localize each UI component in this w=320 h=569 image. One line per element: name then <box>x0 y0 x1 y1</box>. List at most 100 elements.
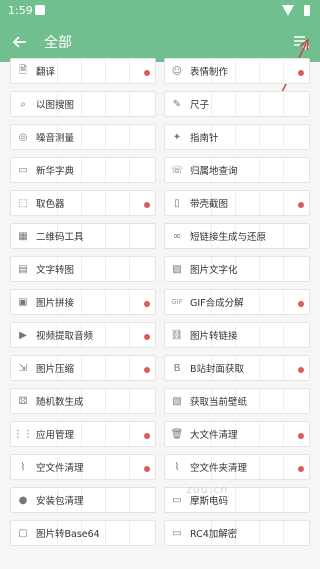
new-badge <box>298 367 304 373</box>
tool-item[interactable]: ▤ 文字转图 <box>10 256 156 282</box>
status-bar: 1:59 <box>0 0 320 22</box>
tool-item-label: B站封面获取 <box>190 364 245 375</box>
back-arrow-icon[interactable] <box>10 32 30 52</box>
tool-item-label: 短链接生成与还原 <box>190 232 267 243</box>
tool-item-label: 大文件清理 <box>190 430 238 441</box>
broom-icon: ⌇ <box>20 461 26 473</box>
tool-item[interactable]: ▯ 带壳截图 <box>164 190 310 216</box>
tool-item[interactable]: ▨ 图片文字化 <box>164 256 310 282</box>
tool-item[interactable]: ⋮⋮ 应用管理 <box>10 421 156 447</box>
new-badge <box>298 70 304 76</box>
new-badge <box>144 70 150 76</box>
tool-item[interactable]: ⚄ 随机数生成 <box>10 388 156 414</box>
tool-item-label: 随机数生成 <box>36 397 84 408</box>
tool-item-label: GIF合成分解 <box>190 298 244 309</box>
tool-item[interactable]: ▣ 图片拼接 <box>10 289 156 315</box>
tool-item-label: 指南针 <box>190 133 219 144</box>
tool-item[interactable]: ⌇ 空文件夹清理 <box>164 454 310 480</box>
broom-folder-icon: ⌇ <box>174 461 180 473</box>
book-icon: ▭ <box>18 164 28 176</box>
tool-item[interactable]: ☏ 归属地查询 <box>164 157 310 183</box>
tool-item[interactable]: ▧ 获取当前壁纸 <box>164 388 310 414</box>
tool-item[interactable]: ▭ 新华字典 <box>10 157 156 183</box>
image-search-icon: ⌕ <box>20 98 26 110</box>
tool-item-label: 噪音测量 <box>36 133 75 144</box>
new-badge <box>144 433 150 439</box>
tool-item-label: 文字转图 <box>36 265 75 276</box>
tool-item[interactable]: GIF GIF合成分解 <box>164 289 310 315</box>
tool-item-label: 图片拼接 <box>36 298 75 309</box>
tool-item-label: 归属地查询 <box>190 166 238 177</box>
tool-item-label: 图片转链接 <box>190 331 238 342</box>
tool-item[interactable]: ⌕ 以图搜图 <box>10 91 156 117</box>
tool-item[interactable]: ⬚ 取色器 <box>10 190 156 216</box>
tool-item[interactable]: ∞ 短链接生成与还原 <box>164 223 310 249</box>
tool-grid: 🗎 翻译 ☺ 表情制作 ⌕ 以图搜图 ✎ 尺子 ◎ 噪音测量 ✦ 指南针 ▭ 新华字典 ☏ 归属地查询 ⬚ 取色器… <box>10 58 310 546</box>
tool-item-label: 新华字典 <box>36 166 75 177</box>
tool-item-label: 以图搜图 <box>36 100 75 111</box>
gif-icon: GIF <box>171 298 183 306</box>
new-badge <box>298 433 304 439</box>
tool-item-label: 尺子 <box>190 100 210 111</box>
tool-item[interactable]: ▭ RC4加解密 <box>164 520 310 546</box>
new-badge <box>298 301 304 307</box>
tool-item[interactable]: 🗑 大文件清理 <box>164 421 310 447</box>
package-icon: ● <box>18 494 28 506</box>
text-image-icon: ▤ <box>18 263 28 275</box>
dice-icon: ⚄ <box>18 395 28 407</box>
tool-item[interactable]: B B站封面获取 <box>164 355 310 381</box>
new-badge <box>298 202 304 208</box>
new-badge <box>298 466 304 472</box>
lock-icon: ▭ <box>172 527 182 539</box>
tool-item-label: 图片转Base64 <box>36 529 100 540</box>
tool-item[interactable]: ✦ 指南针 <box>164 124 310 150</box>
image-text-icon: ▨ <box>172 263 182 275</box>
qrcode-icon: ▦ <box>18 230 28 242</box>
base64-icon: ▢ <box>18 527 28 539</box>
noise-icon: ◎ <box>18 131 28 143</box>
wifi-icon <box>282 5 294 16</box>
tool-item-label: 取色器 <box>36 199 65 210</box>
apps-icon: ⋮⋮ <box>13 428 33 440</box>
tool-item[interactable]: ◎ 噪音测量 <box>10 124 156 150</box>
wallpaper-icon: ▧ <box>172 395 182 407</box>
tool-item[interactable]: ● 安装包清理 <box>10 487 156 513</box>
tool-item-label: 翻译 <box>36 67 56 78</box>
tool-item[interactable]: ▢ 图片转Base64 <box>10 520 156 546</box>
tool-item-label: 二维码工具 <box>36 232 84 243</box>
notification-icon <box>35 5 45 15</box>
phone-frame-icon: ▯ <box>174 197 180 209</box>
image-icon: ▣ <box>18 296 28 308</box>
tool-item-label: 图片文字化 <box>190 265 238 276</box>
compass-icon: ✦ <box>172 131 182 143</box>
link-icon: ∞ <box>172 230 182 242</box>
color-picker-icon: ⬚ <box>18 197 28 209</box>
smile-icon: ☺ <box>171 65 183 77</box>
tool-item-label: 空文件夹清理 <box>190 463 248 474</box>
tool-item[interactable]: ▶ 视频提取音频 <box>10 322 156 348</box>
tool-item-label: 应用管理 <box>36 430 75 441</box>
tool-item-label: 带壳截图 <box>190 199 229 210</box>
tool-item[interactable]: ⇲ 图片压缩 <box>10 355 156 381</box>
trash-icon: 🗑 <box>170 428 184 440</box>
tool-item[interactable]: 🗎 翻译 <box>10 58 156 84</box>
tool-item[interactable]: ✎ 尺子 <box>164 91 310 117</box>
tool-item[interactable]: ⌇ 空文件清理 <box>10 454 156 480</box>
tool-item-label: 空文件清理 <box>36 463 84 474</box>
new-badge <box>144 202 150 208</box>
tool-item-label: 表情制作 <box>190 67 229 78</box>
video-audio-icon: ▶ <box>19 329 27 341</box>
tool-item[interactable]: ☺ 表情制作 <box>164 58 310 84</box>
tool-item-label: 图片压缩 <box>36 364 75 375</box>
phone-icon: ☏ <box>170 164 184 176</box>
tool-item[interactable]: ▦ 二维码工具 <box>10 223 156 249</box>
app-bar: 全部 <box>0 22 320 62</box>
ruler-icon: ✎ <box>172 98 182 110</box>
new-badge <box>144 301 150 307</box>
compress-icon: ⇲ <box>18 362 28 374</box>
new-badge <box>144 466 150 472</box>
tool-item-label: 获取当前壁纸 <box>190 397 248 408</box>
page-title: 全部 <box>44 34 72 50</box>
translate-icon: 🗎 <box>18 64 28 76</box>
tool-item[interactable]: ⛓ 图片转链接 <box>164 322 310 348</box>
